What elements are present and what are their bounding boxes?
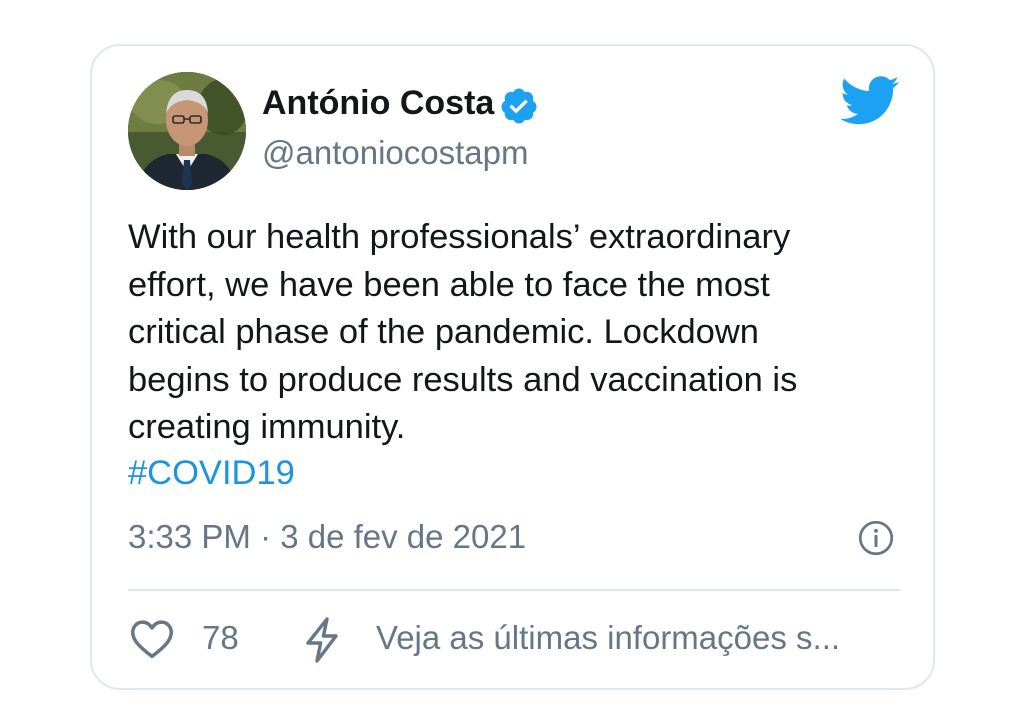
- info-icon[interactable]: [858, 520, 894, 556]
- tweet-text-line: creating immunity.: [128, 408, 406, 446]
- author-name[interactable]: António Costa: [262, 84, 494, 123]
- tweet-text-line: With our health professionals’ extraordi…: [128, 218, 791, 256]
- like-count[interactable]: 78: [202, 619, 239, 657]
- tweet-timestamp[interactable]: 3:33 PM · 3 de fev de 2021: [128, 518, 526, 556]
- latest-info-link[interactable]: Veja as últimas informações s...: [376, 619, 840, 657]
- lightning-bolt-icon[interactable]: [304, 616, 340, 664]
- author-avatar[interactable]: [128, 72, 246, 190]
- author-handle[interactable]: @antoniocostapm: [262, 134, 528, 172]
- heart-icon[interactable]: [130, 618, 174, 660]
- hashtag-link[interactable]: #COVID19: [128, 450, 295, 498]
- verified-badge-icon: [501, 88, 537, 124]
- avatar-portrait-image: [128, 72, 246, 190]
- tweet-card[interactable]: António Costa @antoniocostapm With our h…: [90, 44, 935, 690]
- tweet-text: With our health professionals’ extraordi…: [128, 214, 898, 452]
- tweet-text-line: begins to produce results and vaccinatio…: [128, 360, 798, 399]
- tweet-text-line: effort, we have been able to face the mo…: [128, 265, 770, 304]
- action-divider: [128, 589, 900, 591]
- twitter-bird-icon[interactable]: [840, 76, 900, 126]
- tweet-text-line: critical phase of the pandemic. Lockdown: [128, 313, 759, 351]
